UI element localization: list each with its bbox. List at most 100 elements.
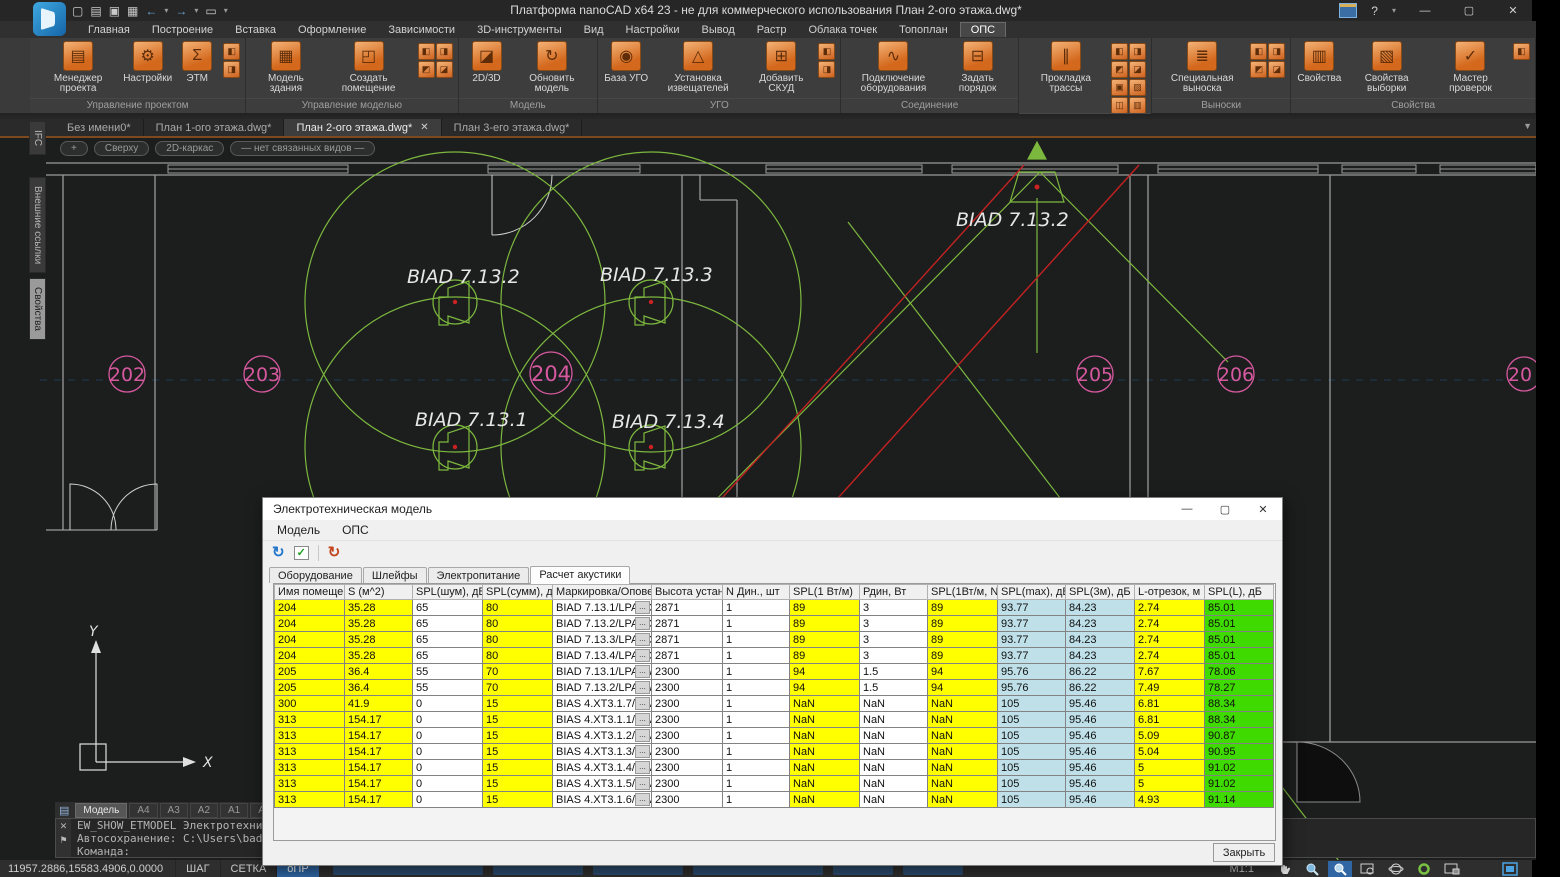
dialog-tab-1[interactable]: Шлейфы <box>363 567 427 583</box>
undo-dropdown-icon[interactable]: ▾ <box>164 4 168 18</box>
column-header[interactable]: Маркировка/Оповещат <box>553 585 652 600</box>
cell-more-button[interactable]: ... <box>635 729 650 742</box>
cell[interactable]: 15 <box>483 792 553 808</box>
cell[interactable]: 84.23 <box>1066 616 1135 632</box>
ribbon-button-project-manager[interactable]: ▤Менеджер проекта <box>36 41 120 94</box>
trace-point-icon[interactable]: ◪ <box>1129 61 1146 78</box>
cell[interactable]: NaN <box>790 776 860 792</box>
view-control-2[interactable]: 2D-каркас <box>155 141 224 156</box>
cell[interactable]: 94 <box>928 680 998 696</box>
ribbon-button-ugo-base[interactable]: ◉База УГО <box>604 41 648 84</box>
cell[interactable]: 1 <box>723 744 790 760</box>
cell[interactable]: 204 <box>275 616 345 632</box>
cell[interactable]: 105 <box>998 696 1066 712</box>
cell[interactable]: BIAD 7.13.4/LPA-3C [П... <box>553 648 652 664</box>
cell[interactable]: NaN <box>790 792 860 808</box>
dialog-tab-0[interactable]: Оборудование <box>269 567 362 583</box>
cell[interactable]: 95.46 <box>1066 792 1135 808</box>
column-header[interactable]: SPL(сумм), дБ <box>483 585 553 600</box>
cell[interactable]: 0 <box>413 728 483 744</box>
cell[interactable]: NaN <box>928 760 998 776</box>
cell[interactable]: 65 <box>413 616 483 632</box>
cell-more-button[interactable]: ... <box>635 681 650 694</box>
ribbon-tab-вывод[interactable]: Вывод <box>691 23 744 37</box>
cell[interactable]: BIAS 4.XT3.1.7/МАЯК... <box>553 696 652 712</box>
cell[interactable]: 0 <box>413 712 483 728</box>
cell[interactable]: 15 <box>483 728 553 744</box>
cell[interactable]: 95.76 <box>998 664 1066 680</box>
cell[interactable]: 154.17 <box>345 776 413 792</box>
cell[interactable]: 93.77 <box>998 600 1066 616</box>
screen-lock-icon[interactable] <box>1440 861 1464 877</box>
cell[interactable]: 80 <box>483 616 553 632</box>
cell[interactable]: 154.17 <box>345 792 413 808</box>
table-row[interactable]: 20536.45570BIAD 7.13.2/LPA-6W [П...23001… <box>275 680 1274 696</box>
table-row[interactable]: 20435.286580BIAD 7.13.2/LPA-3C [П...2871… <box>275 616 1274 632</box>
beam-icon[interactable]: ◨ <box>436 43 453 60</box>
cell[interactable]: NaN <box>928 744 998 760</box>
cell[interactable]: 2300 <box>652 696 723 712</box>
column-header[interactable]: S (м^2) <box>345 585 413 600</box>
cell[interactable]: 85.01 <box>1205 616 1274 632</box>
cell[interactable]: 89 <box>790 648 860 664</box>
cell[interactable]: 1 <box>723 776 790 792</box>
ribbon-button-special-leader[interactable]: ≣Специальная выноска <box>1158 41 1246 94</box>
cell[interactable]: 0 <box>413 760 483 776</box>
ugo-card-icon[interactable]: ◧ <box>818 43 835 60</box>
customize-dropdown-icon[interactable]: ▾ <box>224 4 228 18</box>
trace-ring-icon[interactable]: ▨ <box>1129 79 1146 96</box>
cell[interactable]: 313 <box>275 728 345 744</box>
table-row[interactable]: 20435.286580BIAD 7.13.4/LPA-3C [П...2871… <box>275 648 1274 664</box>
cell[interactable]: 93.77 <box>998 648 1066 664</box>
cell[interactable]: NaN <box>928 696 998 712</box>
column-header[interactable]: SPL(шум), дБ <box>413 585 483 600</box>
cell[interactable]: 105 <box>998 728 1066 744</box>
cell[interactable]: 95.46 <box>1066 728 1135 744</box>
cell[interactable]: BIAD 7.13.1/LPA-3C [П... <box>553 600 652 616</box>
cell[interactable]: 205 <box>275 680 345 696</box>
cell[interactable]: 89 <box>790 632 860 648</box>
cell[interactable]: 2300 <box>652 776 723 792</box>
close-doc-icon[interactable]: ✕ <box>420 122 428 133</box>
help-dropdown-icon[interactable]: ▾ <box>1392 6 1396 15</box>
cell[interactable]: 89 <box>928 616 998 632</box>
ribbon-button-check-master[interactable]: ✓Мастер проверок <box>1432 41 1509 94</box>
dialog-minimize-button[interactable]: — <box>1168 498 1206 520</box>
cell[interactable]: 2871 <box>652 648 723 664</box>
ribbon-tab-вставка[interactable]: Вставка <box>225 23 286 37</box>
room-edit-icon[interactable]: ◧ <box>418 43 435 60</box>
column-header[interactable]: SPL(1 Вт/м) <box>790 585 860 600</box>
cell[interactable]: 313 <box>275 792 345 808</box>
layout-tab-A1[interactable]: A1 <box>220 803 248 818</box>
cell[interactable]: NaN <box>790 760 860 776</box>
cell[interactable]: 78.27 <box>1205 680 1274 696</box>
cell[interactable]: 91.14 <box>1205 792 1274 808</box>
cell-more-button[interactable]: ... <box>635 777 650 790</box>
trace-cross-icon[interactable]: ◫ <box>1111 97 1128 114</box>
cell[interactable]: 1 <box>723 632 790 648</box>
cell[interactable]: 7.67 <box>1135 664 1205 680</box>
table-row[interactable]: 30041.9015BIAS 4.XT3.1.7/МАЯК...23001NaN… <box>275 696 1274 712</box>
cell[interactable]: 85.01 <box>1205 600 1274 616</box>
cell[interactable]: 204 <box>275 600 345 616</box>
redo-dropdown-icon[interactable]: ▾ <box>194 4 198 18</box>
cell-more-button[interactable]: ... <box>635 713 650 726</box>
orbit-icon[interactable] <box>1384 861 1408 877</box>
cell[interactable]: 3 <box>860 600 928 616</box>
cell[interactable]: 1 <box>723 648 790 664</box>
cell[interactable]: 65 <box>413 600 483 616</box>
cell[interactable]: 2871 <box>652 632 723 648</box>
dialog-maximize-button[interactable]: ▢ <box>1206 498 1244 520</box>
cell[interactable]: NaN <box>860 744 928 760</box>
cell[interactable]: 95.46 <box>1066 696 1135 712</box>
table-row[interactable]: 313154.17015BIAS 4.XT3.1.1/МАЯК...23001N… <box>275 712 1274 728</box>
cell[interactable]: 15 <box>483 760 553 776</box>
cell[interactable]: 1.5 <box>860 680 928 696</box>
cell[interactable]: 94 <box>928 664 998 680</box>
cell-more-button[interactable]: ... <box>635 665 650 678</box>
print-icon[interactable]: ▭ <box>205 4 216 18</box>
cell[interactable]: 0 <box>413 696 483 712</box>
cell[interactable]: 204 <box>275 632 345 648</box>
cell[interactable]: 15 <box>483 744 553 760</box>
cell[interactable]: 0 <box>413 744 483 760</box>
